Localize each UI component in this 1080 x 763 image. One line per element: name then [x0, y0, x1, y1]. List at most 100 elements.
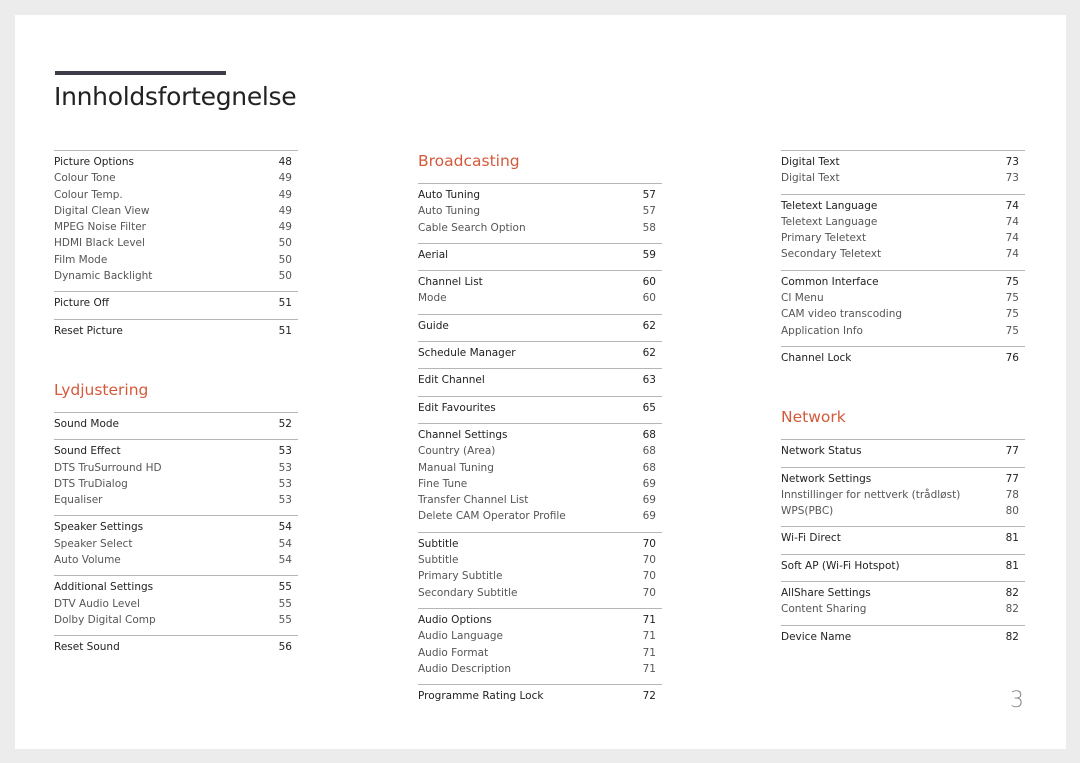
toc-entry-sub[interactable]: Innstillinger for nettverk (trådløst) 78 [781, 487, 1025, 503]
toc-entry-main[interactable]: Guide 62 [418, 318, 662, 334]
toc-entry-main[interactable]: Aerial 59 [418, 247, 662, 263]
toc-entry-sub[interactable]: Audio Description 71 [418, 661, 662, 677]
toc-entry-label: Primary Subtitle [418, 570, 503, 583]
toc-entry-page: 53 [278, 461, 292, 474]
toc-entry-sub[interactable]: WPS(PBC) 80 [781, 503, 1025, 519]
toc-entry-page: 73 [1005, 156, 1019, 168]
toc-entry-main[interactable]: Picture Off 51 [54, 295, 298, 311]
toc-entry-sub[interactable]: Audio Format 71 [418, 645, 662, 661]
toc-entry-page: 69 [642, 477, 656, 490]
toc-entry-label: Digital Text [781, 156, 840, 168]
toc-entry-sub[interactable]: Fine Tune 69 [418, 476, 662, 492]
toc-entry-main[interactable]: Channel Settings 68 [418, 427, 662, 443]
toc-group: Audio Options 71 Audio Language 71 Audio For… [418, 607, 662, 684]
toc-entry-sub[interactable]: CAM video transcoding 75 [781, 306, 1025, 322]
toc-group: Reset Picture 51 [54, 318, 298, 346]
toc-entry-main[interactable]: Network Settings 77 [781, 471, 1025, 487]
toc-entry-sub[interactable]: Dolby Digital Comp 55 [54, 612, 298, 628]
toc-entry-sub[interactable]: Colour Temp. 49 [54, 187, 298, 203]
toc-entry-main[interactable]: Speaker Settings 54 [54, 519, 298, 535]
toc-entry-sub[interactable]: Manual Tuning 68 [418, 460, 662, 476]
toc-entry-main[interactable]: Soft AP (Wi-Fi Hotspot) 81 [781, 558, 1025, 574]
toc-group: Schedule Manager 62 [418, 341, 662, 368]
toc-entry-label: Wi-Fi Direct [781, 532, 841, 545]
toc-entry-sub[interactable]: CI Menu 75 [781, 290, 1025, 306]
toc-entry-sub[interactable]: Auto Volume 54 [54, 552, 298, 568]
toc-entry-page: 75 [1005, 308, 1019, 321]
toc-entry-sub[interactable]: DTV Audio Level 55 [54, 596, 298, 612]
toc-entry-page: 75 [1005, 324, 1019, 337]
toc-entry-sub[interactable]: Secondary Teletext 74 [781, 246, 1025, 262]
toc-entry-page: 48 [278, 156, 292, 168]
toc-entry-main[interactable]: Wi-Fi Direct 81 [781, 530, 1025, 546]
toc-entry-label: HDMI Black Level [54, 237, 145, 250]
toc-entry-main[interactable]: Channel List 60 [418, 274, 662, 290]
toc-entry-label: Mode [418, 292, 447, 305]
toc-entry-sub[interactable]: Mode 60 [418, 290, 662, 306]
toc-entry-label: Guide [418, 319, 449, 332]
toc-entry-sub[interactable]: Content Sharing 82 [781, 601, 1025, 617]
toc-entry-sub[interactable]: Digital Text 73 [781, 170, 1025, 186]
toc-entry-label: Sound Mode [54, 417, 120, 430]
toc-entry-main[interactable]: Schedule Manager 62 [418, 345, 662, 361]
toc-entry-main[interactable]: Picture Options 48 [54, 154, 298, 170]
toc-entry-main[interactable]: Digital Text 73 [781, 154, 1025, 170]
toc-entry-main[interactable]: Network Status 77 [781, 443, 1025, 459]
toc-entry-label: DTV Audio Level [54, 597, 140, 610]
toc-entry-sub[interactable]: Film Mode 50 [54, 252, 298, 268]
toc-entry-label: AllShare Settings [781, 587, 871, 600]
toc-entry-page: 59 [642, 248, 656, 261]
toc-entry-main[interactable]: Edit Favourites 65 [418, 400, 662, 416]
toc-entry-sub[interactable]: Digital Clean View 49 [54, 203, 298, 219]
toc-entry-main[interactable]: Subtitle 70 [418, 536, 662, 552]
toc-entry-main[interactable]: Common Interface 75 [781, 274, 1025, 290]
toc-entry-sub[interactable]: Primary Teletext 74 [781, 230, 1025, 246]
toc-entry-sub[interactable]: Subtitle 70 [418, 552, 662, 568]
toc-entry-main[interactable]: Device Name 82 [781, 629, 1025, 645]
toc-entry-main[interactable]: Channel Lock 76 [781, 350, 1025, 366]
toc-entry-main[interactable]: Reset Picture 51 [54, 323, 298, 339]
toc-entry-main[interactable]: Audio Options 71 [418, 612, 662, 628]
toc-entry-sub[interactable]: Audio Language 71 [418, 628, 662, 644]
toc-entry-main[interactable]: Teletext Language 74 [781, 198, 1025, 214]
toc-entry-sub[interactable]: Delete CAM Operator Profile 69 [418, 508, 662, 524]
toc-entry-label: Auto Tuning [418, 205, 481, 218]
toc-entry-page: 49 [278, 204, 292, 217]
toc-entry-page: 82 [1005, 630, 1019, 643]
toc-entry-label: Digital Text [781, 172, 840, 185]
toc-entry-main[interactable]: Sound Effect 53 [54, 443, 298, 459]
toc-entry-page: 52 [278, 417, 292, 430]
toc-entry-sub[interactable]: Teletext Language 74 [781, 214, 1025, 230]
toc-entry-sub[interactable]: Speaker Select 54 [54, 536, 298, 552]
toc-entry-label: Manual Tuning [418, 461, 494, 474]
toc-column-3: Digital Text 73 Digital Text 73 Teletext Lan… [781, 150, 1025, 652]
toc-entry-main[interactable]: Edit Channel 63 [418, 372, 662, 388]
toc-entry-main[interactable]: Additional Settings 55 [54, 579, 298, 595]
toc-entry-sub[interactable]: Country (Area) 68 [418, 443, 662, 459]
toc-entry-sub[interactable]: Cable Search Option 58 [418, 220, 662, 236]
toc-entry-page: 58 [642, 221, 656, 234]
toc-entry-sub[interactable]: Auto Tuning 57 [418, 203, 662, 219]
toc-entry-sub[interactable]: Colour Tone 49 [54, 170, 298, 186]
toc-entry-sub[interactable]: Application Info 75 [781, 323, 1025, 339]
toc-entry-main[interactable]: Reset Sound 56 [54, 639, 298, 655]
toc-entry-sub[interactable]: DTS TruSurround HD 53 [54, 460, 298, 476]
toc-entry-main[interactable]: Auto Tuning 57 [418, 187, 662, 203]
toc-entry-sub[interactable]: Primary Subtitle 70 [418, 568, 662, 584]
toc-entry-main[interactable]: AllShare Settings 82 [781, 585, 1025, 601]
toc-entry-main[interactable]: Programme Rating Lock 72 [418, 688, 662, 704]
toc-entry-sub[interactable]: Dynamic Backlight 50 [54, 268, 298, 284]
toc-entry-sub[interactable]: Transfer Channel List 69 [418, 492, 662, 508]
toc-entry-page: 69 [642, 510, 656, 523]
toc-entry-sub[interactable]: HDMI Black Level 50 [54, 235, 298, 251]
toc-entry-label: CI Menu [781, 292, 824, 305]
toc-entry-page: 57 [642, 189, 656, 201]
toc-group: Guide 62 [418, 313, 662, 341]
toc-entry-sub[interactable]: Secondary Subtitle 70 [418, 585, 662, 601]
toc-entry-sub[interactable]: MPEG Noise Filter 49 [54, 219, 298, 235]
toc-group: Channel Settings 68 Country (Area) 68 Manual… [418, 422, 662, 532]
toc-entry-sub[interactable]: Equaliser 53 [54, 492, 298, 508]
toc-entry-main[interactable]: Sound Mode 52 [54, 416, 298, 432]
toc-entry-sub[interactable]: DTS TruDialog 53 [54, 476, 298, 492]
